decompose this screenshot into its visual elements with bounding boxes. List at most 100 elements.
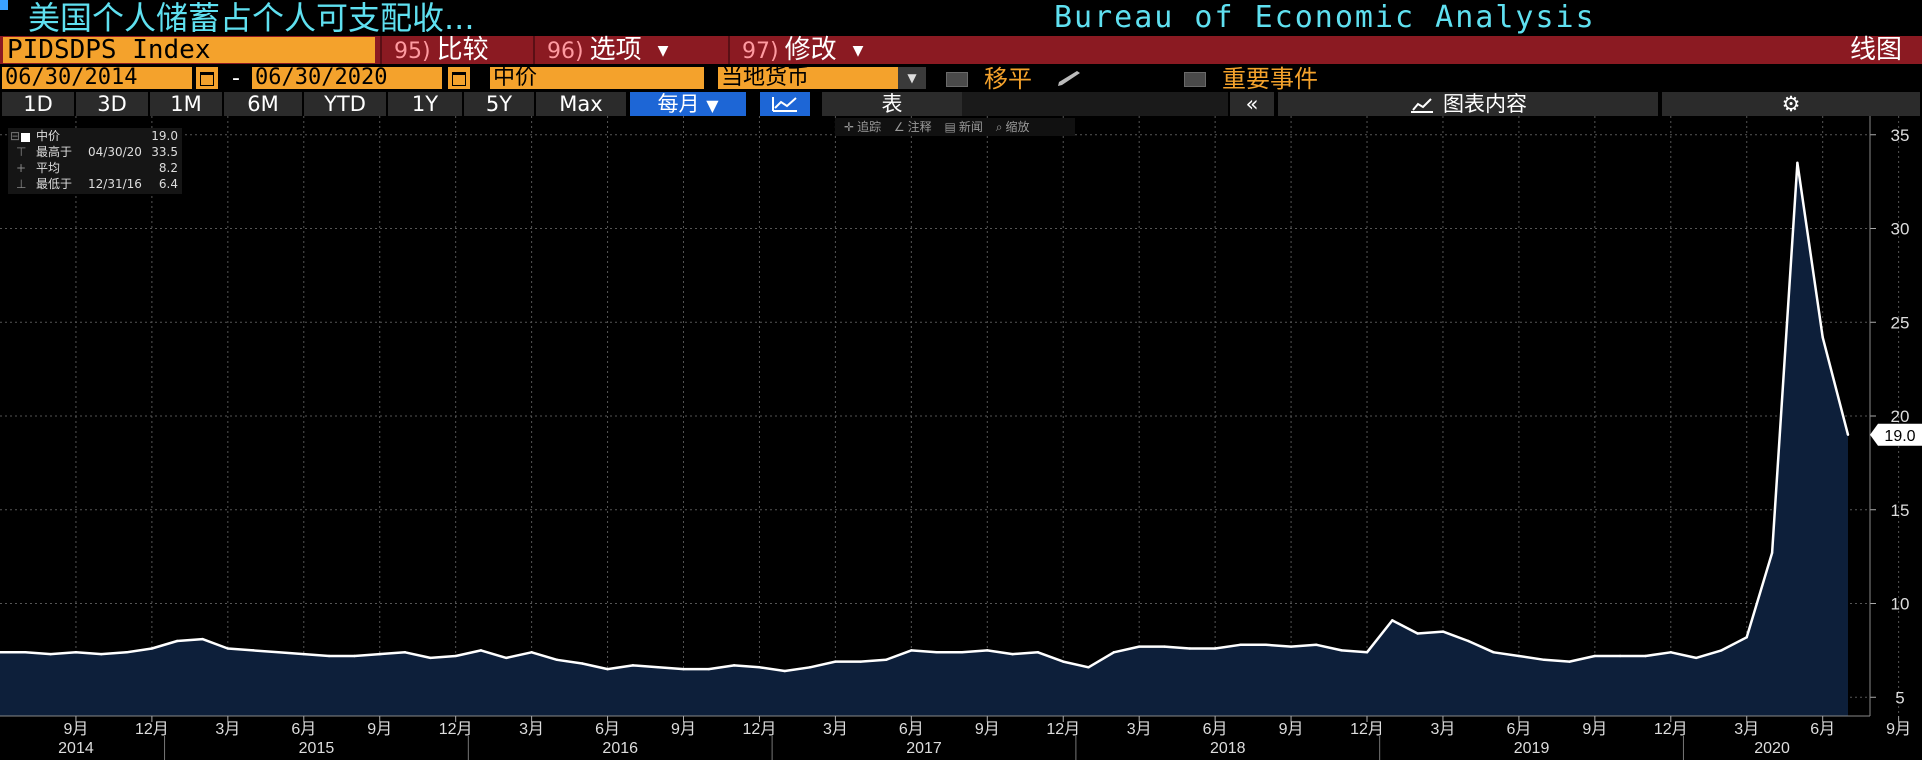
toolbox-track[interactable]: 追踪 [857,120,881,134]
period-select[interactable]: 每月 ▼ [630,92,746,116]
data-point [656,666,660,669]
collapse-icon[interactable]: « [1230,92,1274,116]
data-point [479,649,483,652]
data-point [251,649,255,652]
pencil-icon[interactable] [1054,70,1084,88]
options-bar: 06/30/2014 - 06/30/2020 中价 当地货币 ▼ 移平 重要事… [0,64,1922,92]
last-value-label: 19.0 [1884,428,1915,445]
series-area-fill [0,162,1848,716]
menu-number: 95) [394,39,431,64]
data-point [758,666,761,669]
annotate-icon: ∠ [893,120,905,134]
range-1m-button[interactable]: 1M [150,92,222,116]
data-point [1188,647,1192,650]
data-point [201,637,204,641]
legend-high-row: ⊤ 最高于 04/30/20 33.5 [8,145,182,160]
data-point [1441,630,1445,633]
start-date-field[interactable]: 06/30/2014 [2,67,192,89]
menu-label: 修改 [784,35,837,65]
compare-button[interactable]: 95) 比较 [380,36,532,64]
x-year-label: 2016 [602,740,638,757]
line-chart-toggle[interactable] [760,92,810,116]
x-year-label: 2017 [906,740,942,757]
line-chart-icon [772,97,797,112]
legend-series-row[interactable]: ⊟ 中价 19.0 [8,129,182,144]
data-point [1011,652,1014,656]
data-point [1137,645,1141,648]
window-corner-marker [0,0,8,10]
x-month-label: 6月 [595,721,620,738]
data-point [1517,654,1521,658]
data-point [783,669,786,673]
data-point [859,660,862,663]
legend-high-value: 33.5 [151,145,178,159]
data-point [1087,666,1090,669]
legend-low-value: 6.4 [158,177,178,191]
data-point [631,664,635,667]
moving-average-checkbox[interactable] [946,72,968,87]
data-point [1543,658,1546,661]
legend-series-value: 19.0 [151,129,178,143]
data-point [403,651,407,654]
chevron-down-icon: ▼ [852,42,864,59]
data-point [1720,649,1723,652]
range-6m-button[interactable]: 6M [224,92,302,116]
x-month-label: 12月 [1654,721,1688,738]
data-point [1112,651,1116,654]
data-point [49,652,52,656]
data-point [884,658,888,661]
data-point [1694,656,1698,660]
options-menu-button[interactable]: 96) 选项 ▼ [533,36,727,64]
data-point [606,667,609,671]
x-year-label: 2015 [299,740,335,757]
x-month-label: 6月 [1810,721,1835,738]
data-point [74,651,78,654]
x-month-label: 12月 [439,721,473,738]
range-1y-button[interactable]: 1Y [388,92,462,116]
chevron-down-icon[interactable]: ▼ [898,67,926,89]
menu-label: 比较 [436,35,489,65]
calendar-icon[interactable] [196,67,218,89]
key-events-checkbox[interactable] [1184,72,1206,87]
table-button[interactable]: 表 [822,92,962,116]
data-point [1340,649,1343,652]
toolbox-zoom[interactable]: 缩放 [1005,120,1029,134]
x-month-label: 12月 [1350,721,1384,738]
x-month-label: 6月 [1203,721,1228,738]
menu-number: 97) [742,39,779,64]
range-1d-button[interactable]: 1D [2,92,74,116]
x-month-label: 9月 [671,721,696,738]
end-date-field[interactable]: 06/30/2020 [252,67,442,89]
legend-low-row: ⊥ 最低于 12/31/16 6.4 [8,177,182,192]
price-field-select[interactable]: 中价 [490,67,704,89]
x-month-label: 12月 [135,721,169,738]
chart-type-label[interactable]: 线图 [1850,36,1902,64]
range-max-button[interactable]: Max [536,92,626,116]
news-icon: ▤ [944,120,956,134]
collapse-toggle-icon[interactable]: ⊟ [10,129,20,144]
data-point [505,656,508,660]
range-3d-button[interactable]: 3D [76,92,148,116]
data-point [454,654,457,658]
range-5y-button[interactable]: 5Y [464,92,534,116]
x-month-label: 9月 [63,721,88,738]
toolbox-annotate[interactable]: 注释 [908,120,932,134]
modify-menu-button[interactable]: 97) 修改 ▼ [728,36,908,64]
calendar-icon[interactable] [448,67,470,89]
data-point [1745,636,1748,639]
chart-content-icon [1411,98,1433,113]
currency-select[interactable]: 当地货币 [718,67,898,89]
data-point [808,666,812,669]
data-point [986,649,989,652]
chart-area[interactable]: 5 10 15 20 25 30 35 9月 12月 3月 6月 9月 12月 3月 6月 9月 12月 3月 6月… [0,116,1922,760]
crosshair-icon: ✛ [844,120,855,134]
range-ytd-button[interactable]: YTD [304,92,386,116]
chart-content-button[interactable]: 图表内容 [1278,92,1658,116]
ticker-field[interactable]: PIDSDPS Index [3,37,375,63]
series-layer [0,161,1850,716]
high-marker-icon: ⊤ [16,145,27,159]
toolbox-news[interactable]: 新闻 [959,120,983,134]
x-year-label: 2020 [1754,740,1790,757]
gear-icon[interactable]: ⚙ [1662,92,1920,116]
data-point [707,667,711,671]
